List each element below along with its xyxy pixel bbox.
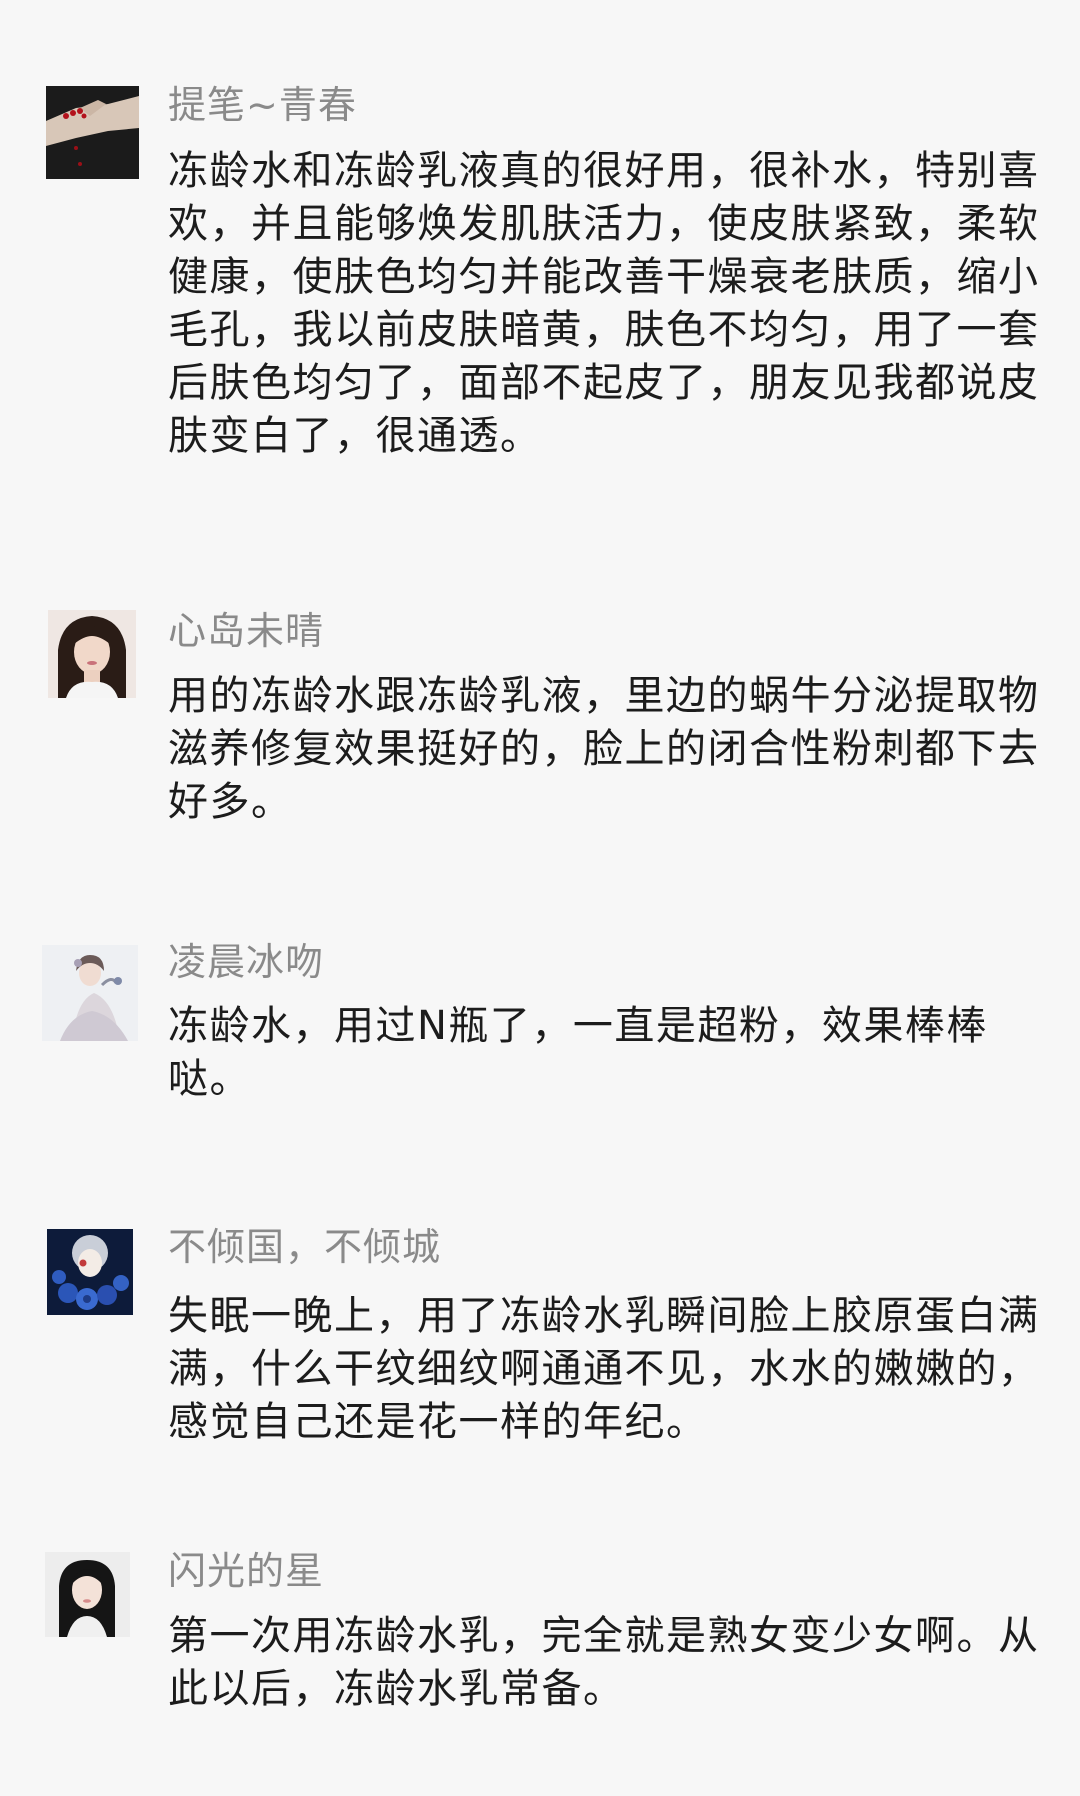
comment-text: 用的冻龄水跟冻龄乳液，里边的蜗牛分泌提取物滋养修复效果挺好的，脸上的闭合性粉刺都… <box>168 673 1040 825</box>
comment-text: 失眠一晚上，用了冻龄水乳瞬间脸上胶原蛋白满满，什么干纹细纹啊通通不见，水水的嫩嫩… <box>168 1293 1040 1445</box>
woman-with-blue-roses-icon[interactable] <box>47 1229 133 1315</box>
woman-selfie-icon[interactable] <box>45 1552 130 1637</box>
comment-text: 第一次用冻龄水乳，完全就是熟女变少女啊。从此以后，冻龄水乳常备。 <box>168 1613 1040 1712</box>
username[interactable]: 凌晨冰吻 <box>168 939 324 985</box>
hand-with-red-nails-icon[interactable] <box>46 86 139 179</box>
username[interactable]: 心岛未晴 <box>168 608 324 654</box>
woman-in-white-dress-icon[interactable] <box>42 945 138 1041</box>
username[interactable]: 提笔~青春 <box>168 82 357 128</box>
username[interactable]: 不倾国，不倾城 <box>168 1224 441 1270</box>
comment-text: 冻龄水，用过N瓶了，一直是超粉，效果棒棒哒。 <box>168 1003 988 1102</box>
username[interactable]: 闪光的星 <box>168 1548 324 1594</box>
woman-portrait-icon[interactable] <box>48 610 136 698</box>
comment-text: 冻龄水和冻龄乳液真的很好用，很补水，特别喜欢，并且能够焕发肌肤活力，使皮肤紧致，… <box>168 148 1040 459</box>
